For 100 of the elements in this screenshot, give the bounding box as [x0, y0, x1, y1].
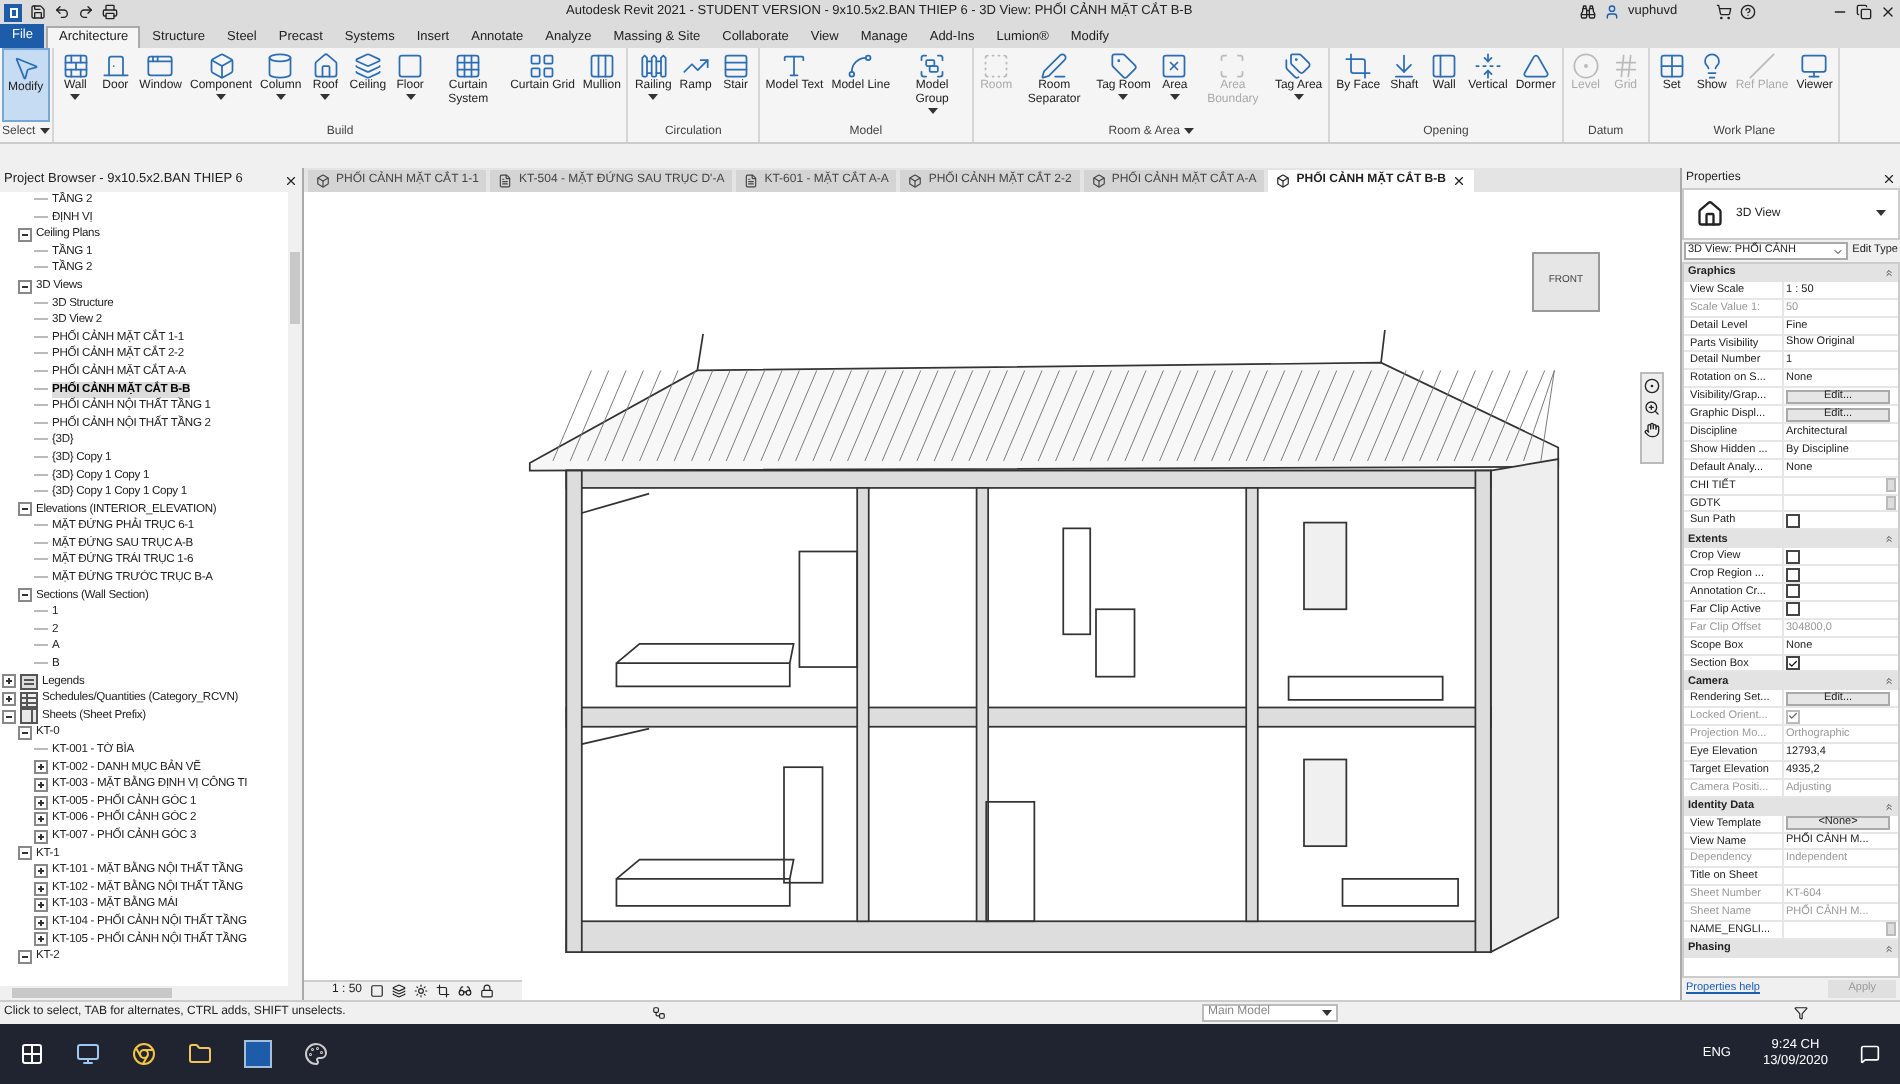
binoculars-icon[interactable]	[1580, 4, 1596, 20]
collapse-icon[interactable]	[18, 588, 32, 603]
layers-icon[interactable]	[392, 984, 407, 998]
revit-taskbar-icon[interactable]	[244, 1040, 272, 1068]
workset-icon[interactable]	[652, 1006, 666, 1020]
lock-icon[interactable]	[480, 984, 495, 998]
expand-icon[interactable]	[34, 898, 48, 913]
cube-icon	[1276, 174, 1291, 188]
expand-icon[interactable]	[34, 777, 48, 792]
expand-icon[interactable]	[2, 674, 16, 689]
checkbox[interactable]	[1786, 602, 1800, 617]
print-icon[interactable]	[102, 4, 118, 20]
slash-icon	[1748, 52, 1777, 80]
checkbox[interactable]	[1786, 513, 1800, 528]
square-icon	[396, 52, 425, 80]
expand-icon[interactable]	[34, 881, 48, 896]
scrollbar[interactable]	[0, 986, 302, 1000]
target-icon	[1571, 52, 1600, 80]
crop-icon[interactable]	[436, 984, 451, 998]
columns-icon	[587, 52, 616, 80]
caret-icon	[70, 94, 81, 102]
checkbox[interactable]	[1786, 584, 1800, 599]
cart-icon[interactable]	[1716, 4, 1732, 20]
arrow-down-icon	[1390, 52, 1419, 80]
grid-icon	[1657, 52, 1686, 80]
expand-icon[interactable]	[34, 915, 48, 930]
collapse-icon[interactable]	[18, 726, 32, 741]
close-icon[interactable]	[1882, 171, 1896, 185]
tag-icon	[1109, 52, 1138, 80]
close-icon[interactable]	[1880, 4, 1896, 20]
grid-icon	[454, 52, 483, 80]
chevron-icon	[1832, 245, 1845, 257]
cylinder-icon	[266, 52, 295, 80]
notification-icon[interactable]	[1860, 1044, 1880, 1064]
cube-icon	[1091, 174, 1106, 188]
box-icon	[207, 52, 236, 80]
collapse-icon	[1884, 534, 1894, 545]
expand-icon[interactable]	[34, 863, 48, 878]
dashed-square-icon	[982, 52, 1011, 80]
caret-icon	[648, 94, 659, 102]
restore-icon[interactable]	[1856, 4, 1872, 20]
door-icon	[101, 52, 130, 80]
collapse-icon[interactable]	[18, 949, 32, 964]
wheel-icon[interactable]	[1644, 378, 1660, 394]
palette-icon[interactable]	[304, 1042, 328, 1066]
group-icon	[918, 52, 947, 80]
collapse-icon[interactable]	[2, 709, 16, 724]
pen-icon	[1040, 52, 1069, 80]
filter-icon[interactable]	[1794, 1006, 1808, 1020]
redo-icon[interactable]	[78, 4, 94, 20]
checkbox[interactable]	[1786, 656, 1800, 671]
help-icon[interactable]	[1740, 4, 1756, 20]
frame-icon	[1218, 52, 1247, 80]
crossed-square-icon	[1160, 52, 1189, 80]
expand-icon[interactable]	[34, 795, 48, 810]
app-logo-icon	[4, 3, 22, 21]
collapse-icon	[1884, 676, 1894, 687]
legend-icon	[20, 673, 38, 690]
collapse-icon[interactable]	[18, 227, 32, 242]
sheet-icon	[498, 174, 513, 188]
collapse-icon[interactable]	[18, 502, 32, 517]
collapse-icon[interactable]	[18, 279, 32, 294]
expand-icon[interactable]	[34, 829, 48, 844]
caret-icon	[320, 94, 331, 102]
check-icon	[1788, 657, 1798, 670]
collapse-icon	[1884, 943, 1894, 954]
folder-icon[interactable]	[188, 1042, 212, 1066]
hash-icon	[1611, 52, 1640, 80]
browser-icon[interactable]	[132, 1042, 156, 1066]
close-icon[interactable]	[284, 173, 298, 187]
glasses-icon[interactable]	[458, 984, 473, 998]
expand-icon[interactable]	[34, 760, 48, 775]
expand-icon[interactable]	[34, 812, 48, 827]
zoom-icon[interactable]	[1644, 400, 1660, 416]
hand-icon[interactable]	[1644, 422, 1660, 438]
collapse-icon[interactable]	[18, 846, 32, 861]
expand-icon[interactable]	[2, 692, 16, 707]
tags-icon	[1284, 52, 1313, 80]
monitor-icon	[1800, 52, 1829, 80]
table-icon	[20, 691, 38, 708]
close-icon[interactable]	[1451, 174, 1466, 188]
triangle-icon	[1521, 52, 1550, 80]
caret-icon	[1322, 1009, 1332, 1017]
caret-icon	[275, 94, 286, 102]
cube-icon	[908, 174, 923, 188]
crop-icon	[1344, 52, 1373, 80]
save-icon[interactable]	[30, 4, 46, 20]
undo-icon[interactable]	[54, 4, 70, 20]
checkbox[interactable]	[1786, 549, 1800, 564]
start-icon[interactable]	[20, 1042, 44, 1066]
grid-panel-icon	[528, 52, 557, 80]
cursor-icon	[11, 54, 40, 82]
square-icon[interactable]	[370, 984, 385, 998]
cube-icon	[316, 174, 330, 188]
checkbox[interactable]	[1786, 567, 1800, 582]
panel-icon	[1430, 52, 1459, 80]
expand-icon[interactable]	[34, 932, 48, 947]
monitor-icon[interactable]	[76, 1042, 100, 1066]
user-icon[interactable]	[1604, 4, 1620, 20]
sun-icon[interactable]	[414, 984, 429, 998]
